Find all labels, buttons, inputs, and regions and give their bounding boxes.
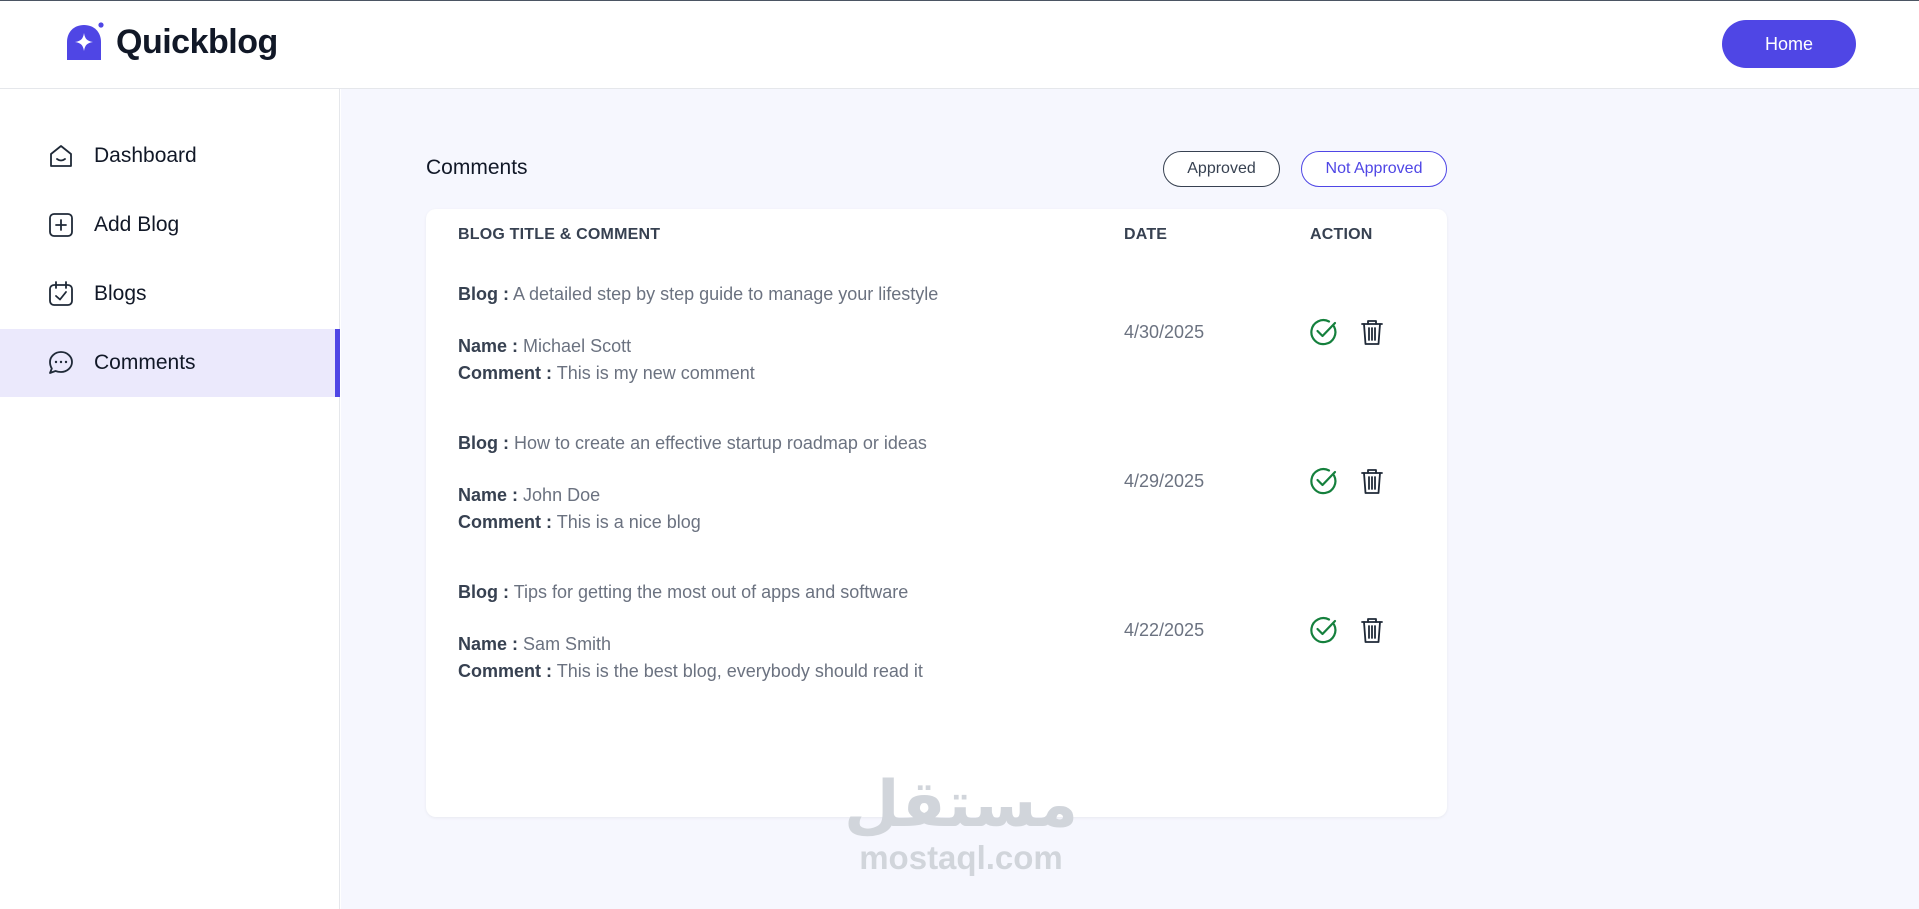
page-title: Comments xyxy=(426,156,528,179)
watermark-latin: mostaql.com xyxy=(859,839,1063,876)
calendar-check-icon xyxy=(46,279,76,309)
approve-check-icon[interactable] xyxy=(1309,317,1338,346)
table-row: Blog : How to create an effective startu… xyxy=(426,433,1447,582)
column-header-action: ACTION xyxy=(1310,226,1373,243)
blog-title: A detailed step by step guide to manage … xyxy=(513,284,939,304)
table-row: Blog : A detailed step by step guide to … xyxy=(426,284,1447,433)
sidebar-item-dashboard[interactable]: Dashboard xyxy=(0,122,340,190)
sidebar-item-add-blog[interactable]: Add Blog xyxy=(0,191,340,259)
sidebar-item-label: Blogs xyxy=(94,282,147,305)
watermark: مستقل mostaql.com xyxy=(841,770,1081,876)
commenter-name: Sam Smith xyxy=(523,634,612,654)
commenter-name: Michael Scott xyxy=(523,336,632,356)
comment-date: 4/30/2025 xyxy=(1124,322,1205,342)
comment-text: This is the best blog, everybody should … xyxy=(556,661,923,681)
approve-check-icon[interactable] xyxy=(1309,466,1338,495)
logo-text: Quickblog xyxy=(116,23,278,61)
table-row: Blog : Tips for getting the most out of … xyxy=(426,582,1447,731)
comment-date: 4/29/2025 xyxy=(1124,471,1205,491)
comment-line: Comment : This is my new comment xyxy=(458,363,755,383)
sidebar-item-label: Add Blog xyxy=(94,213,180,236)
logo[interactable]: Quickblog xyxy=(63,21,278,64)
sidebar-item-comments[interactable]: Comments xyxy=(0,329,340,397)
blog-title: How to create an effective startup roadm… xyxy=(514,433,927,453)
delete-trash-icon[interactable] xyxy=(1359,317,1385,346)
comment-line: Comment : This is a nice blog xyxy=(458,512,701,532)
approved-filter-button[interactable]: Approved xyxy=(1163,151,1280,187)
home-button[interactable]: Home xyxy=(1722,20,1856,68)
sidebar-item-blogs[interactable]: Blogs xyxy=(0,260,340,328)
commenter-name: John Doe xyxy=(523,485,601,505)
column-header-date: DATE xyxy=(1124,226,1168,243)
delete-trash-icon[interactable] xyxy=(1359,615,1385,644)
delete-trash-icon[interactable] xyxy=(1359,466,1385,495)
comment-text: This is a nice blog xyxy=(556,512,701,532)
chat-bubble-icon xyxy=(46,348,76,378)
blog-title: Tips for getting the most out of apps an… xyxy=(513,582,909,602)
blog-line: Blog : A detailed step by step guide to … xyxy=(458,284,939,304)
add-square-icon xyxy=(46,210,76,240)
comment-line: Comment : This is the best blog, everybo… xyxy=(458,661,923,681)
comments-table: BLOG TITLE & COMMENT DATE ACTION Blog : … xyxy=(426,209,1447,817)
main-content: Comments Approved Not Approved BLOG TITL… xyxy=(341,89,1919,909)
name-line: Name : John Doe xyxy=(458,485,601,505)
sidebar: Dashboard Add Blog Blogs Comments xyxy=(0,89,340,909)
sidebar-item-label: Comments xyxy=(94,351,196,374)
comment-text: This is my new comment xyxy=(556,363,755,383)
approve-check-icon[interactable] xyxy=(1309,615,1338,644)
sidebar-item-label: Dashboard xyxy=(94,144,197,167)
column-header-title: BLOG TITLE & COMMENT xyxy=(458,226,661,243)
watermark-arabic: مستقل xyxy=(843,768,1079,842)
blog-line: Blog : Tips for getting the most out of … xyxy=(458,582,909,602)
name-line: Name : Sam Smith xyxy=(458,634,612,654)
name-line: Name : Michael Scott xyxy=(458,336,632,356)
home-icon xyxy=(46,141,76,171)
not-approved-filter-button[interactable]: Not Approved xyxy=(1301,151,1447,187)
top-header: Quickblog Home xyxy=(0,1,1919,89)
blog-line: Blog : How to create an effective startu… xyxy=(458,433,927,453)
comment-date: 4/22/2025 xyxy=(1124,620,1205,640)
logo-sparkle-icon xyxy=(67,22,104,60)
